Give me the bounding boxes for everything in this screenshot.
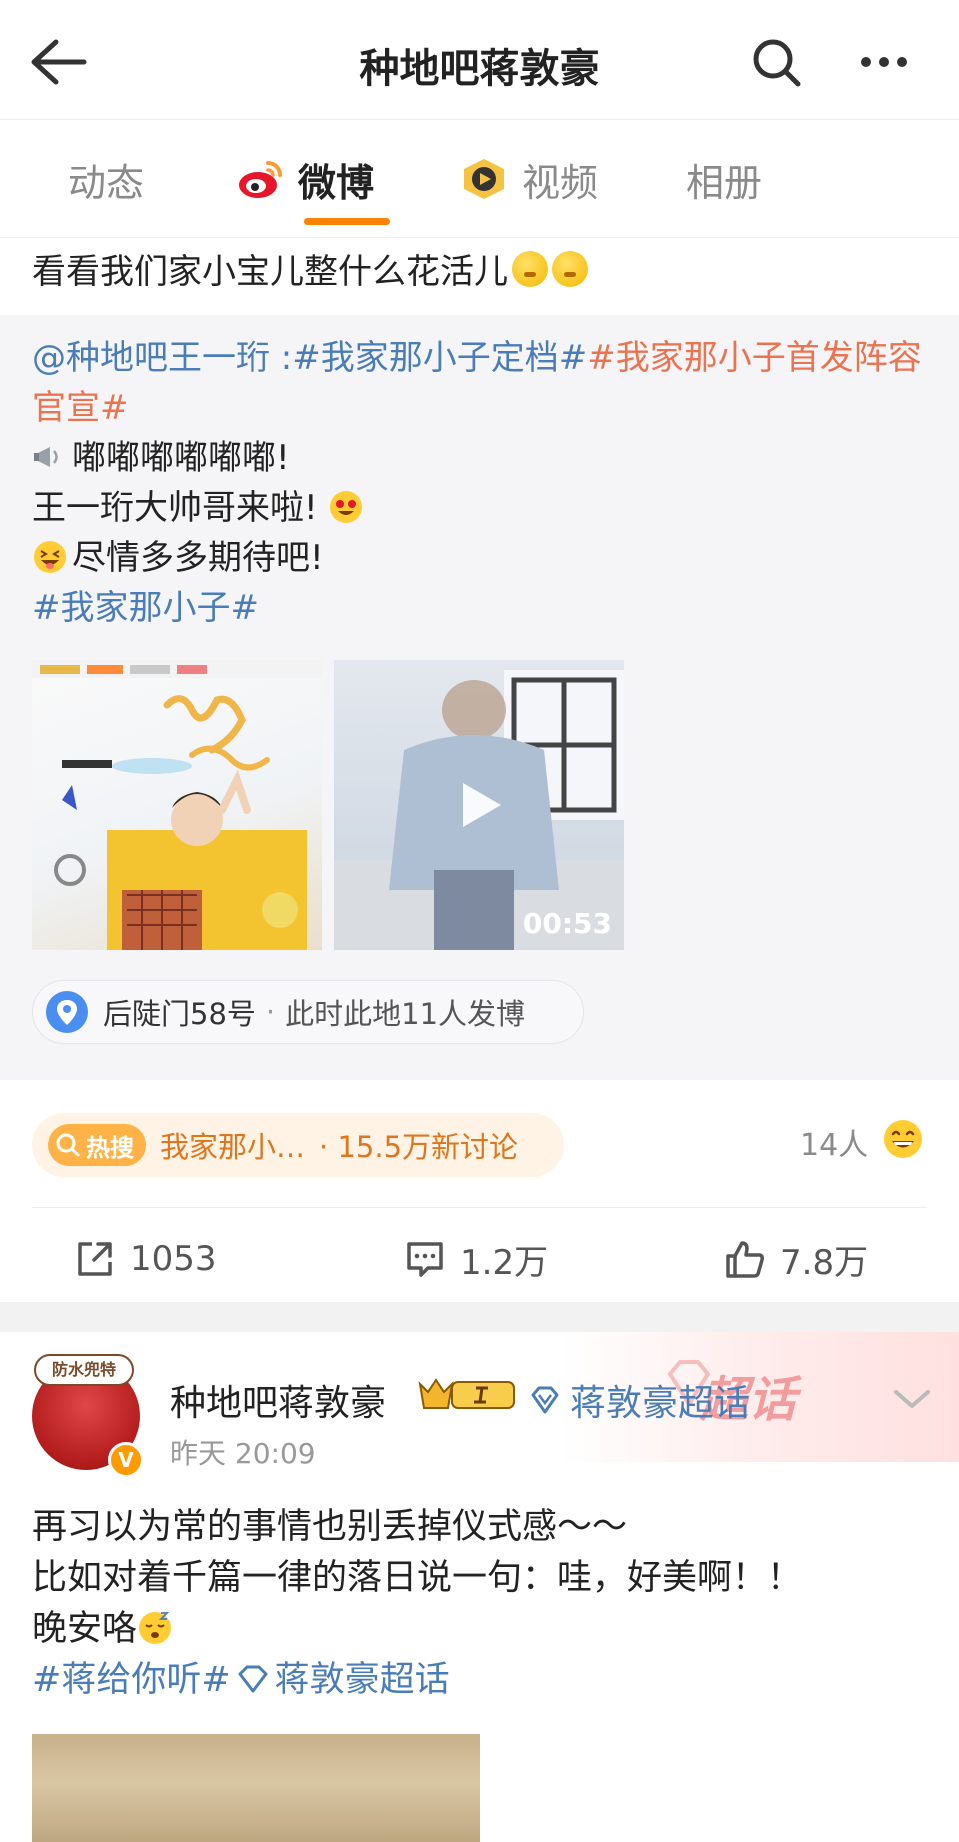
reaction-count[interactable]: 14人 xyxy=(800,1120,868,1164)
repost-line-3: 尽情多多期待吧! xyxy=(72,538,324,578)
search-icon[interactable] xyxy=(748,34,804,90)
tab-weibo[interactable]: 微博 xyxy=(236,154,375,205)
video-channel-icon xyxy=(464,159,504,199)
page-title: 种地吧蒋敦豪 xyxy=(359,46,600,92)
laughing-tongue-emoji-icon xyxy=(34,541,66,573)
play-icon[interactable] xyxy=(449,775,509,835)
super-topic-link[interactable]: 蒋敦豪超话 xyxy=(528,1374,750,1426)
repost-text: @种地吧王一珩 :#我家那小子定档##我家那小子首发阵容官宣# 嘟嘟嘟嘟嘟嘟! … xyxy=(32,333,932,633)
comment-icon xyxy=(407,1242,443,1277)
thumbs-up-icon xyxy=(726,1241,764,1278)
tab-label: 相册 xyxy=(686,160,763,205)
like-button[interactable]: 7.8万 xyxy=(724,1234,868,1284)
sleepy-emoji-icon xyxy=(139,1612,172,1644)
location-name: 后陡门58号 xyxy=(103,997,256,1031)
reposted-content[interactable]: @种地吧王一珩 :#我家那小子定档##我家那小子首发阵容官宣# 嘟嘟嘟嘟嘟嘟! … xyxy=(0,315,959,1080)
post-timestamp: 昨天 20:09 xyxy=(170,1437,316,1470)
divider xyxy=(32,1207,927,1208)
tab-album[interactable]: 相册 xyxy=(686,154,763,205)
shy-emoji-icon xyxy=(512,250,548,287)
location-chip[interactable]: 后陡门58号 · 此时此地11人发博 xyxy=(32,980,584,1044)
location-separator: · xyxy=(265,995,276,1029)
poster-illustration xyxy=(32,660,322,950)
tab-label: 视频 xyxy=(522,160,599,205)
weibo-logo-icon xyxy=(239,161,282,198)
grin-emoji-icon[interactable] xyxy=(882,1118,924,1160)
repost-line-2: 王一珩大帅哥来啦! xyxy=(32,488,318,528)
kiss-emoji-icon xyxy=(552,250,588,287)
tab-label: 微博 xyxy=(298,160,375,205)
hashtag-link[interactable]: #我家那小子# xyxy=(32,588,259,628)
super-topic-name: 蒋敦豪超话 xyxy=(570,1383,751,1424)
post-line-3: 晚安咯 xyxy=(32,1609,138,1649)
post-line-1: 再习以为常的事情也别丢掉仪式感～～ xyxy=(32,1507,628,1547)
profile-tabs: 动态 微博 视频 相册 xyxy=(0,120,959,238)
repost-icon xyxy=(78,1242,112,1276)
hot-search-icon xyxy=(56,1133,80,1157)
post-intro-text: 看看我们家小宝儿整什么花活儿 xyxy=(32,252,508,292)
hashtag-link[interactable]: #蒋给你听# xyxy=(32,1660,231,1700)
hashtag-link[interactable]: #我家那小子定档# xyxy=(292,338,587,378)
video-thumbnail[interactable]: 00:53 xyxy=(334,660,624,950)
feed-separator xyxy=(0,1302,959,1332)
video-duration: 00:53 xyxy=(522,907,612,940)
hot-search-badge: 热搜 xyxy=(48,1124,146,1166)
sunset-photo[interactable] xyxy=(32,1734,480,1842)
fan-rank-badge-icon xyxy=(418,1378,515,1409)
mention-link[interactable]: @种地吧王一珩 xyxy=(32,338,270,378)
post-text: 再习以为常的事情也别丢掉仪式感～～ 比如对着千篇一律的落日说一句：哇，好美啊！！… xyxy=(32,1502,932,1706)
avatar-frame-badge: 防水兜特 xyxy=(34,1354,134,1386)
super-topic-inline-link[interactable]: 蒋敦豪超话 xyxy=(275,1660,450,1700)
repost-count: 1053 xyxy=(130,1239,217,1279)
chevron-down-icon[interactable] xyxy=(890,1382,934,1416)
super-topic-diamond-icon xyxy=(531,1386,559,1414)
star-eyes-emoji-icon xyxy=(330,491,363,523)
hot-search-chip[interactable]: 热搜 我家那小… · 15.5万新讨论 xyxy=(32,1113,564,1177)
comment-button[interactable]: 1.2万 xyxy=(404,1234,548,1284)
active-tab-indicator xyxy=(304,218,390,225)
top-bar: 种地吧蒋敦豪 xyxy=(0,0,959,120)
repost-button[interactable]: 1053 xyxy=(74,1234,217,1284)
megaphone-icon xyxy=(34,447,58,467)
tab-video[interactable]: 视频 xyxy=(460,154,599,205)
comment-count: 1.2万 xyxy=(460,1242,549,1283)
hot-badge-label: 热搜 xyxy=(86,1133,134,1162)
post-text: 看看我们家小宝儿整什么花活儿 xyxy=(32,244,588,293)
more-options-icon[interactable] xyxy=(852,34,916,90)
poster-image[interactable] xyxy=(32,660,322,950)
hot-discussion-count: · 15.5万新讨论 xyxy=(319,1130,519,1164)
hot-topic: 我家那小… xyxy=(160,1130,306,1164)
mention-colon: : xyxy=(270,338,293,378)
tab-dynamic[interactable]: 动态 xyxy=(68,154,145,205)
location-pin-icon xyxy=(46,991,88,1033)
repost-line-1: 嘟嘟嘟嘟嘟嘟! xyxy=(72,438,290,478)
super-topic-diamond-icon xyxy=(238,1665,268,1693)
post-line-2: 比如对着千篇一律的落日说一句：哇，好美啊！！ xyxy=(32,1558,803,1598)
verified-badge-icon: V xyxy=(108,1442,144,1478)
user-name[interactable]: 种地吧蒋敦豪 xyxy=(170,1374,386,1426)
like-count: 7.8万 xyxy=(780,1242,869,1283)
tab-label: 动态 xyxy=(68,160,145,205)
feed-post: 超话 防水兜特 V 种地吧蒋敦豪 蒋敦豪超话 昨天 20:09 再习以为常的事情… xyxy=(0,1332,959,1842)
location-note: 此时此地11人发博 xyxy=(285,997,526,1031)
